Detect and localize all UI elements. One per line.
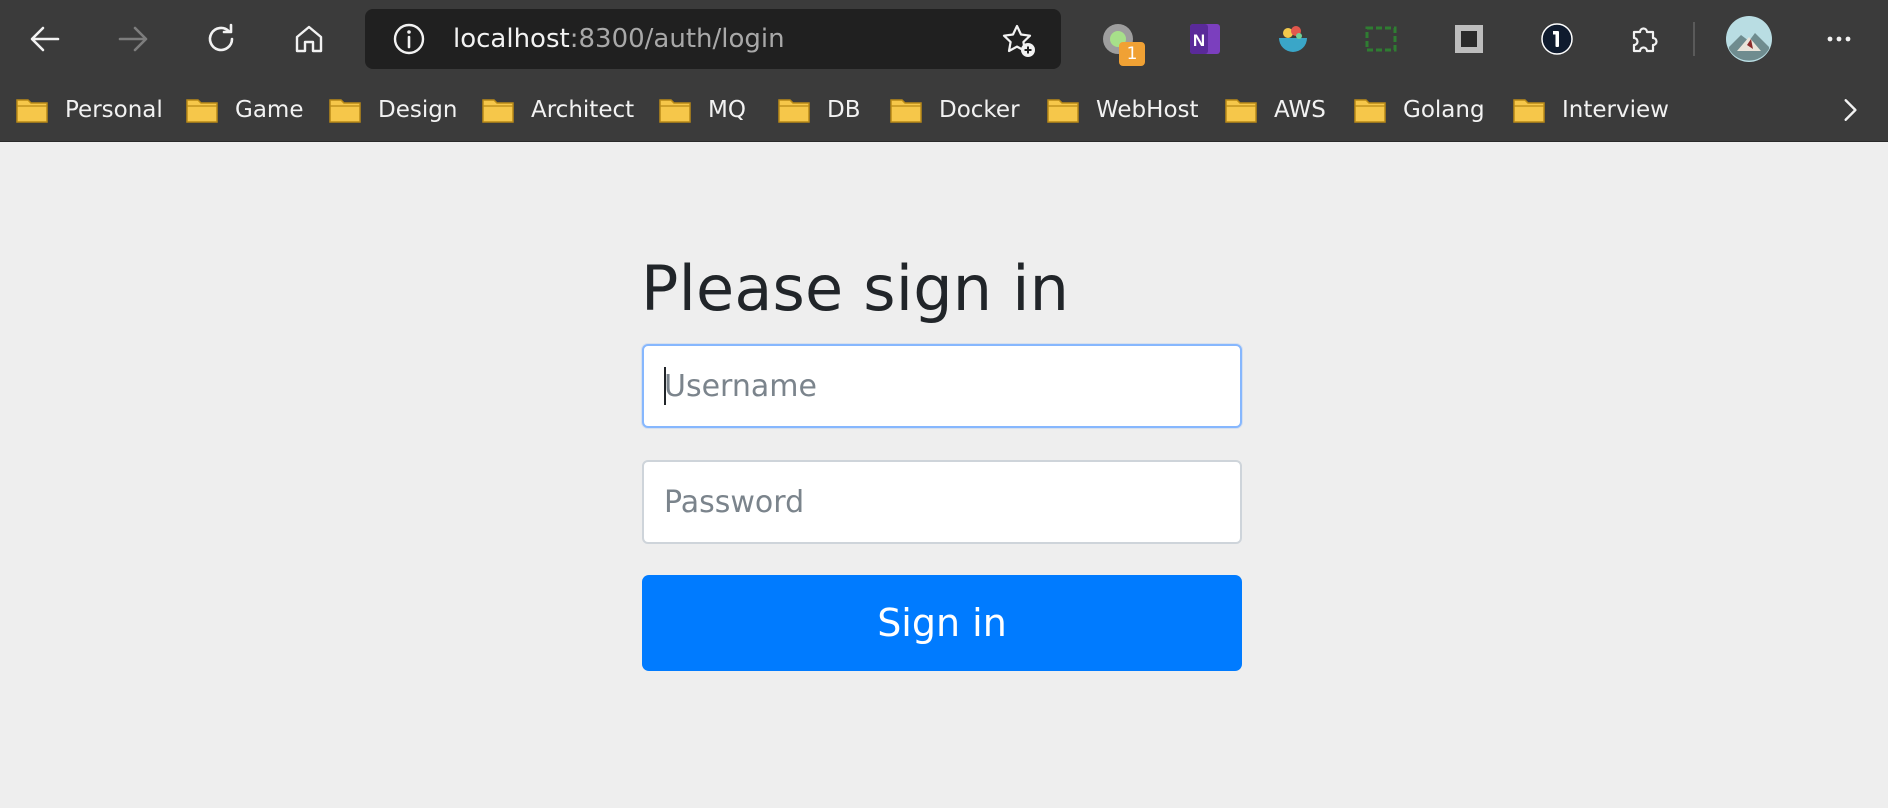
refresh-icon	[208, 23, 234, 52]
folder-icon	[16, 99, 48, 123]
arrow-left-icon	[30, 26, 60, 52]
bookmark-folder-docker[interactable]: Docker	[889, 78, 1020, 142]
bookmark-label: Design	[378, 97, 458, 123]
chevron-right-icon	[1844, 99, 1857, 121]
extension-1password[interactable]	[1533, 15, 1581, 63]
bookmark-label: MQ	[708, 97, 746, 123]
extension-food[interactable]	[1269, 15, 1317, 63]
forward-button[interactable]	[109, 15, 157, 63]
bookmark-folder-game[interactable]: Game	[185, 78, 303, 142]
bookmark-folder-webhost[interactable]: WebHost	[1046, 78, 1199, 142]
home-icon	[295, 25, 323, 53]
bookmark-label: Interview	[1562, 97, 1669, 123]
bookmark-folder-db[interactable]: DB	[777, 78, 861, 142]
folder-icon	[1354, 99, 1386, 123]
bookmark-folder-personal[interactable]: Personal	[15, 78, 163, 142]
url-host: localhost	[453, 24, 570, 54]
bookmark-label: DB	[827, 97, 861, 123]
home-button[interactable]	[285, 15, 333, 63]
info-icon[interactable]	[392, 22, 426, 56]
bookmark-folder-interview[interactable]: Interview	[1512, 78, 1669, 142]
folder-icon	[186, 99, 218, 123]
username-input[interactable]	[642, 344, 1242, 428]
onenote-icon: N	[1190, 24, 1220, 54]
folder-icon	[890, 99, 922, 123]
avatar-icon	[1726, 16, 1772, 62]
svg-text:N: N	[1193, 31, 1205, 50]
bookmark-folder-design[interactable]: Design	[328, 78, 457, 142]
extensions-button[interactable]	[1621, 15, 1669, 63]
capture-icon	[1365, 26, 1397, 52]
extension-screenshot[interactable]	[1357, 15, 1405, 63]
bookmark-folder-aws[interactable]: AWS	[1224, 78, 1326, 142]
bookmark-label: Personal	[65, 97, 163, 123]
url-text[interactable]: localhost:8300/auth/login	[453, 9, 785, 69]
bookmarks-overflow-button[interactable]	[1830, 90, 1870, 130]
favorite-star-icon[interactable]	[1000, 22, 1038, 60]
bookmark-label: WebHost	[1096, 97, 1199, 123]
folder-icon	[1047, 99, 1079, 123]
extension-badge: 1	[1119, 42, 1145, 66]
url-path: :8300/auth/login	[569, 24, 785, 54]
extension-onenote[interactable]: N	[1181, 15, 1229, 63]
bookmark-label: Game	[235, 97, 304, 123]
folder-icon	[329, 99, 361, 123]
bookmark-label: Architect	[531, 97, 635, 123]
text-caret	[664, 367, 666, 405]
bookmark-label: Golang	[1403, 97, 1485, 123]
square-frame-icon	[1455, 25, 1483, 53]
address-bar[interactable]: localhost:8300/auth/login	[365, 9, 1061, 69]
bookmark-label: Docker	[939, 97, 1020, 123]
bookmark-folder-mq[interactable]: MQ	[658, 78, 746, 142]
back-button[interactable]	[21, 15, 69, 63]
onepassword-icon	[1541, 23, 1573, 55]
bookmark-label: AWS	[1274, 97, 1326, 123]
more-horizontal-icon	[1827, 36, 1851, 42]
toolbar-separator	[1693, 22, 1695, 56]
bookmark-folder-architect[interactable]: Architect	[481, 78, 634, 142]
folder-icon	[482, 99, 514, 123]
sign-in-button[interactable]: Sign in	[642, 575, 1242, 671]
folder-icon	[659, 99, 691, 123]
folder-icon	[1225, 99, 1257, 123]
browser-toolbar: localhost:8300/auth/login 1 N	[0, 0, 1888, 78]
folder-icon	[778, 99, 810, 123]
password-input[interactable]	[642, 460, 1242, 544]
bookmark-folder-golang[interactable]: Golang	[1353, 78, 1485, 142]
page-title: Please sign in	[641, 252, 1070, 325]
bowl-icon	[1279, 26, 1307, 52]
more-menu-button[interactable]	[1815, 15, 1863, 63]
folder-icon	[1513, 99, 1545, 123]
arrow-right-icon	[118, 26, 148, 52]
refresh-button[interactable]	[197, 15, 245, 63]
extension-square[interactable]	[1445, 15, 1493, 63]
profile-avatar[interactable]	[1723, 13, 1775, 65]
puzzle-icon	[1632, 27, 1658, 53]
